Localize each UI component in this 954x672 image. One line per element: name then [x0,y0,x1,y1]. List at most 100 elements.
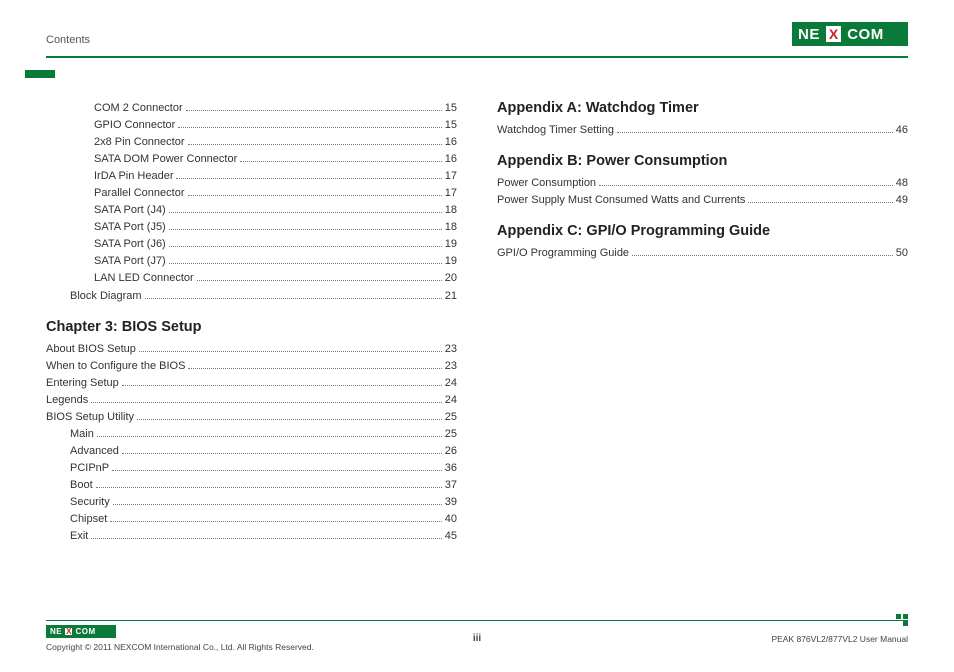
toc-leader-dots [599,185,893,186]
footer-rule [46,620,908,622]
logo-part-left: NE [48,627,64,636]
toc-entry-page: 16 [445,134,457,151]
toc-entry-label: Advanced [70,443,119,460]
toc-leader-dots [632,255,893,256]
toc-entry[interactable]: LAN LED Connector20 [46,270,457,287]
logo-part-x: X [65,628,72,635]
toc-entry[interactable]: Watchdog Timer Setting 46 [497,122,908,139]
toc-entry-label: Power Consumption [497,175,596,192]
toc-leader-dots [91,538,441,539]
toc-entry[interactable]: Boot 37 [46,477,457,494]
toc-entry[interactable]: SATA Port (J5)18 [46,219,457,236]
toc-leader-dots [169,229,442,230]
toc-leader-dots [139,351,442,352]
toc-entry-page: 17 [445,185,457,202]
toc-entry[interactable]: Entering Setup 24 [46,375,457,392]
toc-entry-page: 15 [445,117,457,134]
toc-entry[interactable]: GPI/O Programming Guide 50 [497,245,908,262]
toc-entry-label: Chipset [70,511,107,528]
toc-entry-page: 50 [896,245,908,262]
appendix-title: Appendix C: GPI/O Programming Guide [497,223,908,239]
logo-part-x: X [826,26,841,42]
toc-leader-dots [617,132,893,133]
toc-entry[interactable]: 2x8 Pin Connector16 [46,134,457,151]
toc-entry[interactable]: COM 2 Connector15 [46,100,457,117]
toc-entry-label: SATA Port (J6) [94,236,166,253]
toc-entry[interactable]: Power Supply Must Consumed Watts and Cur… [497,192,908,209]
toc-entry[interactable]: Main25 [46,426,457,443]
nexcom-footer-logo-icon: NE X COM [46,625,116,638]
toc-entry[interactable]: SATA DOM Power Connector 16 [46,151,457,168]
toc-entry-page: 49 [896,192,908,209]
toc-left-column: COM 2 Connector15GPIO Connector152x8 Pin… [46,100,457,545]
toc-entry-label: Boot [70,477,93,494]
toc-leader-dots [113,504,442,505]
toc-entry-page: 26 [445,443,457,460]
toc-entry-label: About BIOS Setup [46,341,136,358]
footer-page-number: iii [473,633,481,644]
toc-entry-page: 37 [445,477,457,494]
toc-entry-page: 23 [445,358,457,375]
toc-entry-label: Watchdog Timer Setting [497,122,614,139]
toc-entry[interactable]: BIOS Setup Utility25 [46,409,457,426]
toc-leader-dots [240,161,441,162]
toc-entry-page: 24 [445,375,457,392]
toc-entry-page: 20 [445,270,457,287]
toc-leader-dots [112,470,442,471]
toc-leader-dots [169,212,442,213]
toc-entry-label: Exit [70,528,88,545]
toc-entry-label: Block Diagram [70,288,142,305]
toc-entry[interactable]: SATA Port (J7)19 [46,253,457,270]
toc-entry[interactable]: Advanced 26 [46,443,457,460]
toc-entry-label: SATA Port (J4) [94,202,166,219]
toc-entry-label: PCIPnP [70,460,109,477]
toc-entry[interactable]: Block Diagram 21 [46,288,457,305]
toc-right-column: Appendix A: Watchdog TimerWatchdog Timer… [497,100,908,545]
toc-leader-dots [169,263,442,264]
toc-leader-dots [188,368,441,369]
toc-entry-label: Security [70,494,110,511]
toc-entry[interactable]: Parallel Connector 17 [46,185,457,202]
toc-entry-label: SATA Port (J5) [94,219,166,236]
toc-entry-label: SATA Port (J7) [94,253,166,270]
toc-entry-page: 19 [445,236,457,253]
toc-entry[interactable]: Power Consumption 48 [497,175,908,192]
toc-leader-dots [178,127,441,128]
toc-entry[interactable]: Security 39 [46,494,457,511]
toc-leader-dots [188,144,442,145]
chapter-3-title: Chapter 3: BIOS Setup [46,319,457,335]
toc-entry[interactable]: When to Configure the BIOS23 [46,358,457,375]
toc-entry-page: 16 [445,151,457,168]
toc-leader-dots [91,402,442,403]
toc-entry-page: 21 [445,288,457,305]
toc-leader-dots [122,385,442,386]
toc-entry[interactable]: Legends24 [46,392,457,409]
toc-entry[interactable]: IrDA Pin Header 17 [46,168,457,185]
toc-entry-page: 25 [445,409,457,426]
toc-entry-label: Parallel Connector [94,185,185,202]
toc-entry-page: 45 [445,528,457,545]
toc-leader-dots [145,298,442,299]
header-rule [46,56,908,62]
toc-entry-page: 17 [445,168,457,185]
toc-entry-page: 39 [445,494,457,511]
toc-entry-label: SATA DOM Power Connector [94,151,237,168]
toc-leader-dots [176,178,441,179]
toc-entry[interactable]: GPIO Connector15 [46,117,457,134]
toc-entry[interactable]: SATA Port (J4)18 [46,202,457,219]
footer-deco-icon [896,614,910,626]
toc-entry-label: GPI/O Programming Guide [497,245,629,262]
toc-entry[interactable]: SATA Port (J6) 19 [46,236,457,253]
toc-leader-dots [97,436,442,437]
toc-entry[interactable]: About BIOS Setup23 [46,341,457,358]
toc-entry-page: 46 [896,122,908,139]
toc-entry-label: Entering Setup [46,375,119,392]
toc-entry[interactable]: Chipset40 [46,511,457,528]
footer-doc-title: PEAK 876VL2/877VL2 User Manual [771,634,908,644]
logo-part-left: NE [794,24,824,44]
toc-entry-label: IrDA Pin Header [94,168,173,185]
toc-entry[interactable]: Exit 45 [46,528,457,545]
toc-entry-page: 24 [445,392,457,409]
toc-entry-page: 48 [896,175,908,192]
toc-entry[interactable]: PCIPnP36 [46,460,457,477]
